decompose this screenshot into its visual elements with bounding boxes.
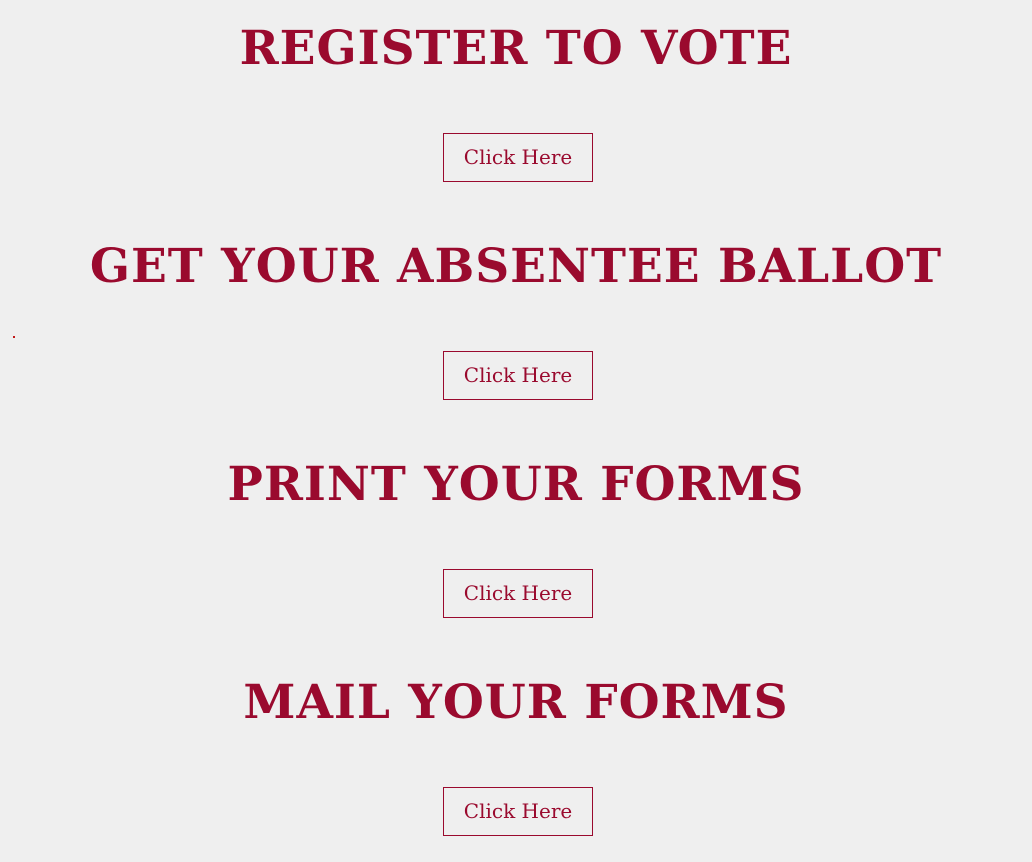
print-forms-click-here-button[interactable]: Click Here [443,569,593,618]
absentee-ballot-click-here-button[interactable]: Click Here [443,351,593,400]
voting-steps-page: REGISTER TO VOTE Click Here GET YOUR ABS… [0,0,1032,862]
heading-get-absentee-ballot: GET YOUR ABSENTEE BALLOT [89,239,943,294]
heading-print-your-forms: PRINT YOUR FORMS [227,457,805,512]
heading-mail-your-forms: MAIL YOUR FORMS [243,675,789,730]
register-click-here-button[interactable]: Click Here [443,133,593,182]
mail-forms-click-here-button[interactable]: Click Here [443,787,593,836]
heading-register-to-vote: REGISTER TO VOTE [239,21,793,76]
stray-dot [13,336,15,338]
